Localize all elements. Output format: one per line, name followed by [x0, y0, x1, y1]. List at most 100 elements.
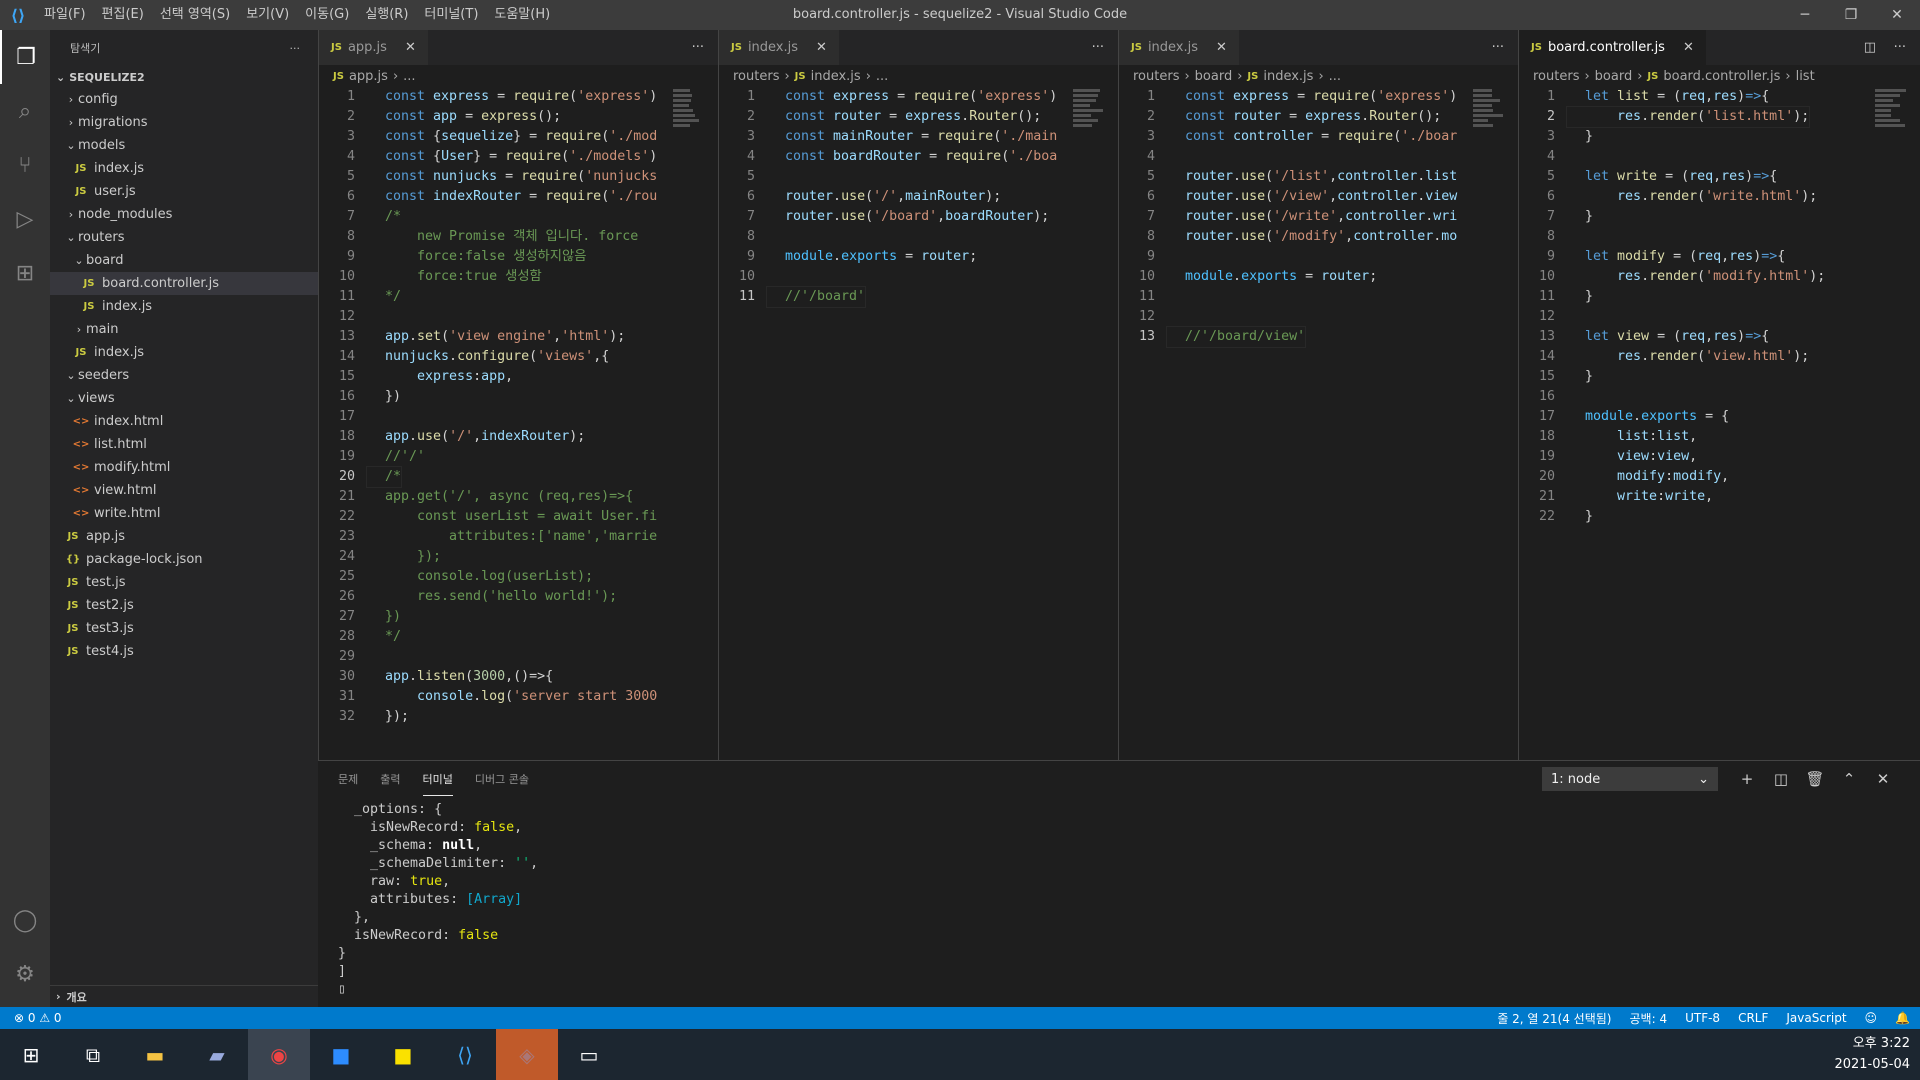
editor-tab[interactable]: JS app.js ✕ [319, 30, 429, 65]
tree-item[interactable]: JS app.js [50, 525, 318, 548]
feedback-icon[interactable]: ☺ [1865, 1011, 1878, 1025]
account-icon[interactable]: ◯ [0, 893, 50, 947]
breadcrumb-item[interactable]: board [1195, 69, 1233, 84]
breadcrumb-item[interactable]: index.js [1263, 69, 1313, 84]
tree-item[interactable]: JS index.js [50, 295, 318, 318]
notepad-app-icon[interactable]: ▰ [186, 1029, 248, 1080]
tree-item[interactable]: ⌄ views [50, 387, 318, 410]
language-mode[interactable]: JavaScript [1786, 1011, 1846, 1025]
split-terminal-icon[interactable]: ◫ [1764, 770, 1798, 788]
task-view-icon[interactable]: ⧉ [62, 1029, 124, 1080]
tree-item[interactable]: JS index.js [50, 157, 318, 180]
breadcrumb-item[interactable]: routers [1533, 69, 1579, 84]
windows-start-icon[interactable]: ⊞ [0, 1029, 62, 1080]
tree-item[interactable]: ⌄ models [50, 134, 318, 157]
close-tab-icon[interactable]: ✕ [1683, 40, 1694, 55]
extensions-icon[interactable]: ⊞ [0, 246, 50, 300]
tree-item[interactable]: JS index.js [50, 341, 318, 364]
close-tab-icon[interactable]: ✕ [816, 40, 827, 55]
new-terminal-icon[interactable]: + [1730, 770, 1764, 788]
tree-item[interactable]: JS test.js [50, 571, 318, 594]
tree-item[interactable]: JS board.controller.js [50, 272, 318, 295]
code-editor[interactable]: 1 const express = require('express') 2 cons… [319, 87, 718, 727]
minimize-icon[interactable]: ─ [1782, 0, 1828, 30]
kakaotalk-app-icon[interactable]: ■ [372, 1029, 434, 1080]
encoding[interactable]: UTF-8 [1685, 1011, 1720, 1025]
breadcrumb-item[interactable]: board [1595, 69, 1633, 84]
more-actions-icon[interactable]: ··· [1894, 30, 1906, 65]
search-icon[interactable]: ⌕ [0, 84, 50, 138]
tree-item[interactable]: JS test3.js [50, 617, 318, 640]
tree-item[interactable]: <> list.html [50, 433, 318, 456]
tree-item[interactable]: {} package-lock.json [50, 548, 318, 571]
breadcrumb-item[interactable]: ... [876, 69, 888, 84]
breadcrumb-item[interactable]: routers [1133, 69, 1179, 84]
editor-tab[interactable]: JS index.js ✕ [719, 30, 840, 65]
tree-item[interactable]: ⌄ board [50, 249, 318, 272]
trash-icon[interactable]: 🗑 [1798, 770, 1832, 788]
code-editor[interactable]: 1 let list = (req,res)=>{2 res.render('li… [1519, 87, 1920, 527]
panel-tab[interactable]: 터미널 [423, 763, 453, 796]
line-ending[interactable]: CRLF [1738, 1011, 1768, 1025]
code-editor[interactable]: 1 const express = require('express') 2 cons… [1119, 87, 1518, 347]
close-window-icon[interactable]: ✕ [1874, 0, 1920, 30]
settings-gear-icon[interactable]: ⚙ [0, 947, 50, 1001]
indentation[interactable]: 공백: 4 [1630, 1010, 1668, 1027]
close-panel-icon[interactable]: ✕ [1866, 770, 1900, 788]
panel-tab[interactable]: 디버그 콘솔 [475, 763, 529, 795]
source-control-icon[interactable]: ⑂ [0, 138, 50, 192]
cursor-position[interactable]: 줄 2, 열 21(4 선택됨) [1497, 1010, 1611, 1027]
minimap[interactable] [673, 87, 709, 207]
breadcrumb-item[interactable]: ... [1329, 69, 1341, 84]
more-actions-icon[interactable]: ··· [692, 30, 704, 65]
tree-item[interactable]: <> modify.html [50, 456, 318, 479]
tree-item[interactable]: › config [50, 88, 318, 111]
tree-item[interactable]: <> index.html [50, 410, 318, 433]
chrome-app-icon[interactable]: ◉ [248, 1029, 310, 1080]
panel-tab[interactable]: 출력 [380, 763, 400, 795]
tree-item[interactable]: › migrations [50, 111, 318, 134]
run-debug-icon[interactable]: ▷ [0, 192, 50, 246]
restore-icon[interactable]: ❐ [1828, 0, 1874, 30]
tree-item[interactable]: ⌄ routers [50, 226, 318, 249]
menu-item[interactable]: 보기(V) [238, 0, 297, 30]
split-editor-icon[interactable]: ◫ [1864, 30, 1876, 65]
explorer-icon[interactable]: ❐ [0, 30, 50, 84]
menu-item[interactable]: 파일(F) [36, 0, 94, 30]
tree-item[interactable]: › node_modules [50, 203, 318, 226]
close-tab-icon[interactable]: ✕ [1216, 40, 1227, 55]
file-explorer-icon[interactable]: ▬ [124, 1029, 186, 1080]
breadcrumb-item[interactable]: board.controller.js [1663, 69, 1780, 84]
tree-item[interactable]: JS user.js [50, 180, 318, 203]
breadcrumb-item[interactable]: routers [733, 69, 779, 84]
menu-item[interactable]: 편집(E) [94, 0, 152, 30]
menu-item[interactable]: 도움말(H) [486, 0, 558, 30]
breadcrumb-item[interactable]: app.js [349, 69, 388, 84]
problems-indicator[interactable]: ⊗ 0 ⚠ 0 [0, 1011, 62, 1025]
tree-item[interactable]: JS test4.js [50, 640, 318, 663]
outline-section-header[interactable]: › 개요 [50, 985, 318, 1007]
maximize-panel-icon[interactable]: ⌃ [1832, 770, 1866, 788]
breadcrumb-item[interactable]: index.js [811, 69, 861, 84]
tree-item[interactable]: <> write.html [50, 502, 318, 525]
tree-item[interactable]: <> view.html [50, 479, 318, 502]
menu-item[interactable]: 선택 영역(S) [152, 0, 238, 30]
more-actions-icon[interactable]: ··· [1092, 30, 1104, 65]
system-clock[interactable]: 오후 3:22 2021-05-04 [1834, 1033, 1910, 1075]
terminal-output[interactable]: _options: { isNewRecord: false, _schema:… [318, 797, 1920, 999]
editor-tab[interactable]: JS index.js ✕ [1119, 30, 1240, 65]
panel-tab[interactable]: 문제 [338, 763, 358, 795]
breadcrumb-item[interactable]: ... [403, 69, 415, 84]
editor-tab[interactable]: JS board.controller.js ✕ [1519, 30, 1707, 65]
minimap[interactable] [1073, 87, 1109, 207]
minimap[interactable] [1875, 87, 1911, 207]
project-section-header[interactable]: ⌄ SEQUELIZE2 [50, 66, 318, 88]
menu-item[interactable]: 터미널(T) [416, 0, 486, 30]
tree-item[interactable]: ⌄ seeders [50, 364, 318, 387]
tree-item[interactable]: › main [50, 318, 318, 341]
close-tab-icon[interactable]: ✕ [405, 40, 416, 55]
tree-item[interactable]: JS test2.js [50, 594, 318, 617]
terminal-select[interactable]: 1: node ⌄ [1542, 767, 1718, 791]
more-actions-icon[interactable]: ··· [1492, 30, 1504, 65]
code-editor[interactable]: 1 const express = require('express') 2 cons… [719, 87, 1118, 307]
